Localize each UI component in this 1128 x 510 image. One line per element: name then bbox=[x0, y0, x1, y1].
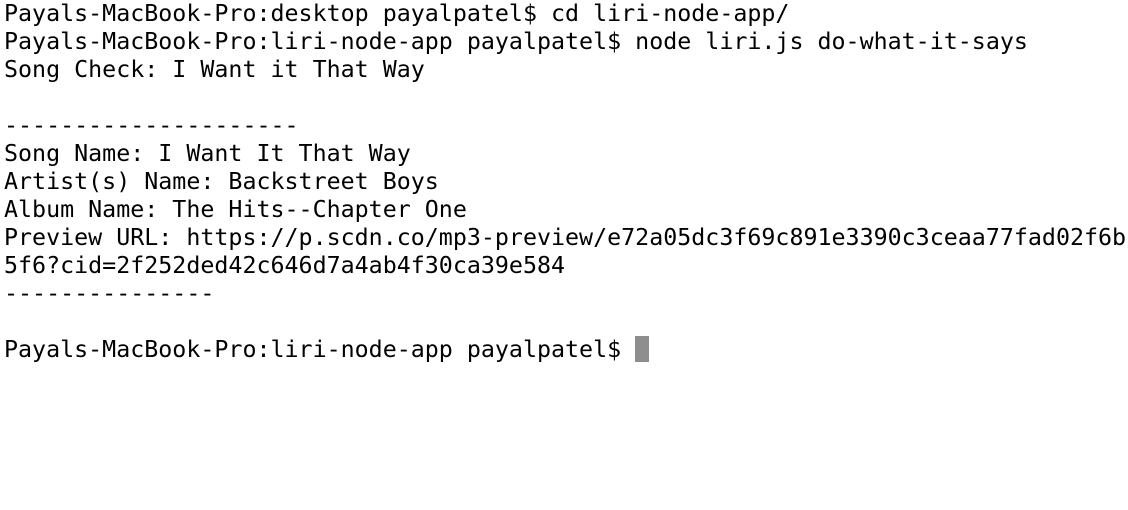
prompt-text: Payals-MacBook-Pro:liri-node-app payalpa… bbox=[4, 336, 636, 363]
terminal-line: Payals-MacBook-Pro:liri-node-app payalpa… bbox=[4, 28, 1028, 55]
terminal-line: Song Check: I Want it That Way bbox=[4, 56, 425, 83]
terminal-window[interactable]: Payals-MacBook-Pro:desktop payalpatel$ c… bbox=[4, 0, 1128, 510]
separator-line: --------------- bbox=[4, 280, 215, 307]
song-name-line: Song Name: I Want It That Way bbox=[4, 140, 411, 167]
prompt-line[interactable]: Payals-MacBook-Pro:liri-node-app payalpa… bbox=[4, 336, 1128, 364]
terminal-cursor bbox=[635, 336, 650, 362]
terminal-line: Payals-MacBook-Pro:desktop payalpatel$ c… bbox=[4, 0, 790, 27]
separator-line: --------------------- bbox=[4, 112, 299, 139]
preview-url-continuation-line: 5f6?cid=2f252ded42c646d7a4ab4f30ca39e584 bbox=[4, 252, 566, 279]
preview-url-line: Preview URL: https://p.scdn.co/mp3-previ… bbox=[4, 224, 1127, 251]
artist-name-line: Artist(s) Name: Backstreet Boys bbox=[4, 168, 439, 195]
album-name-line: Album Name: The Hits--Chapter One bbox=[4, 196, 467, 223]
